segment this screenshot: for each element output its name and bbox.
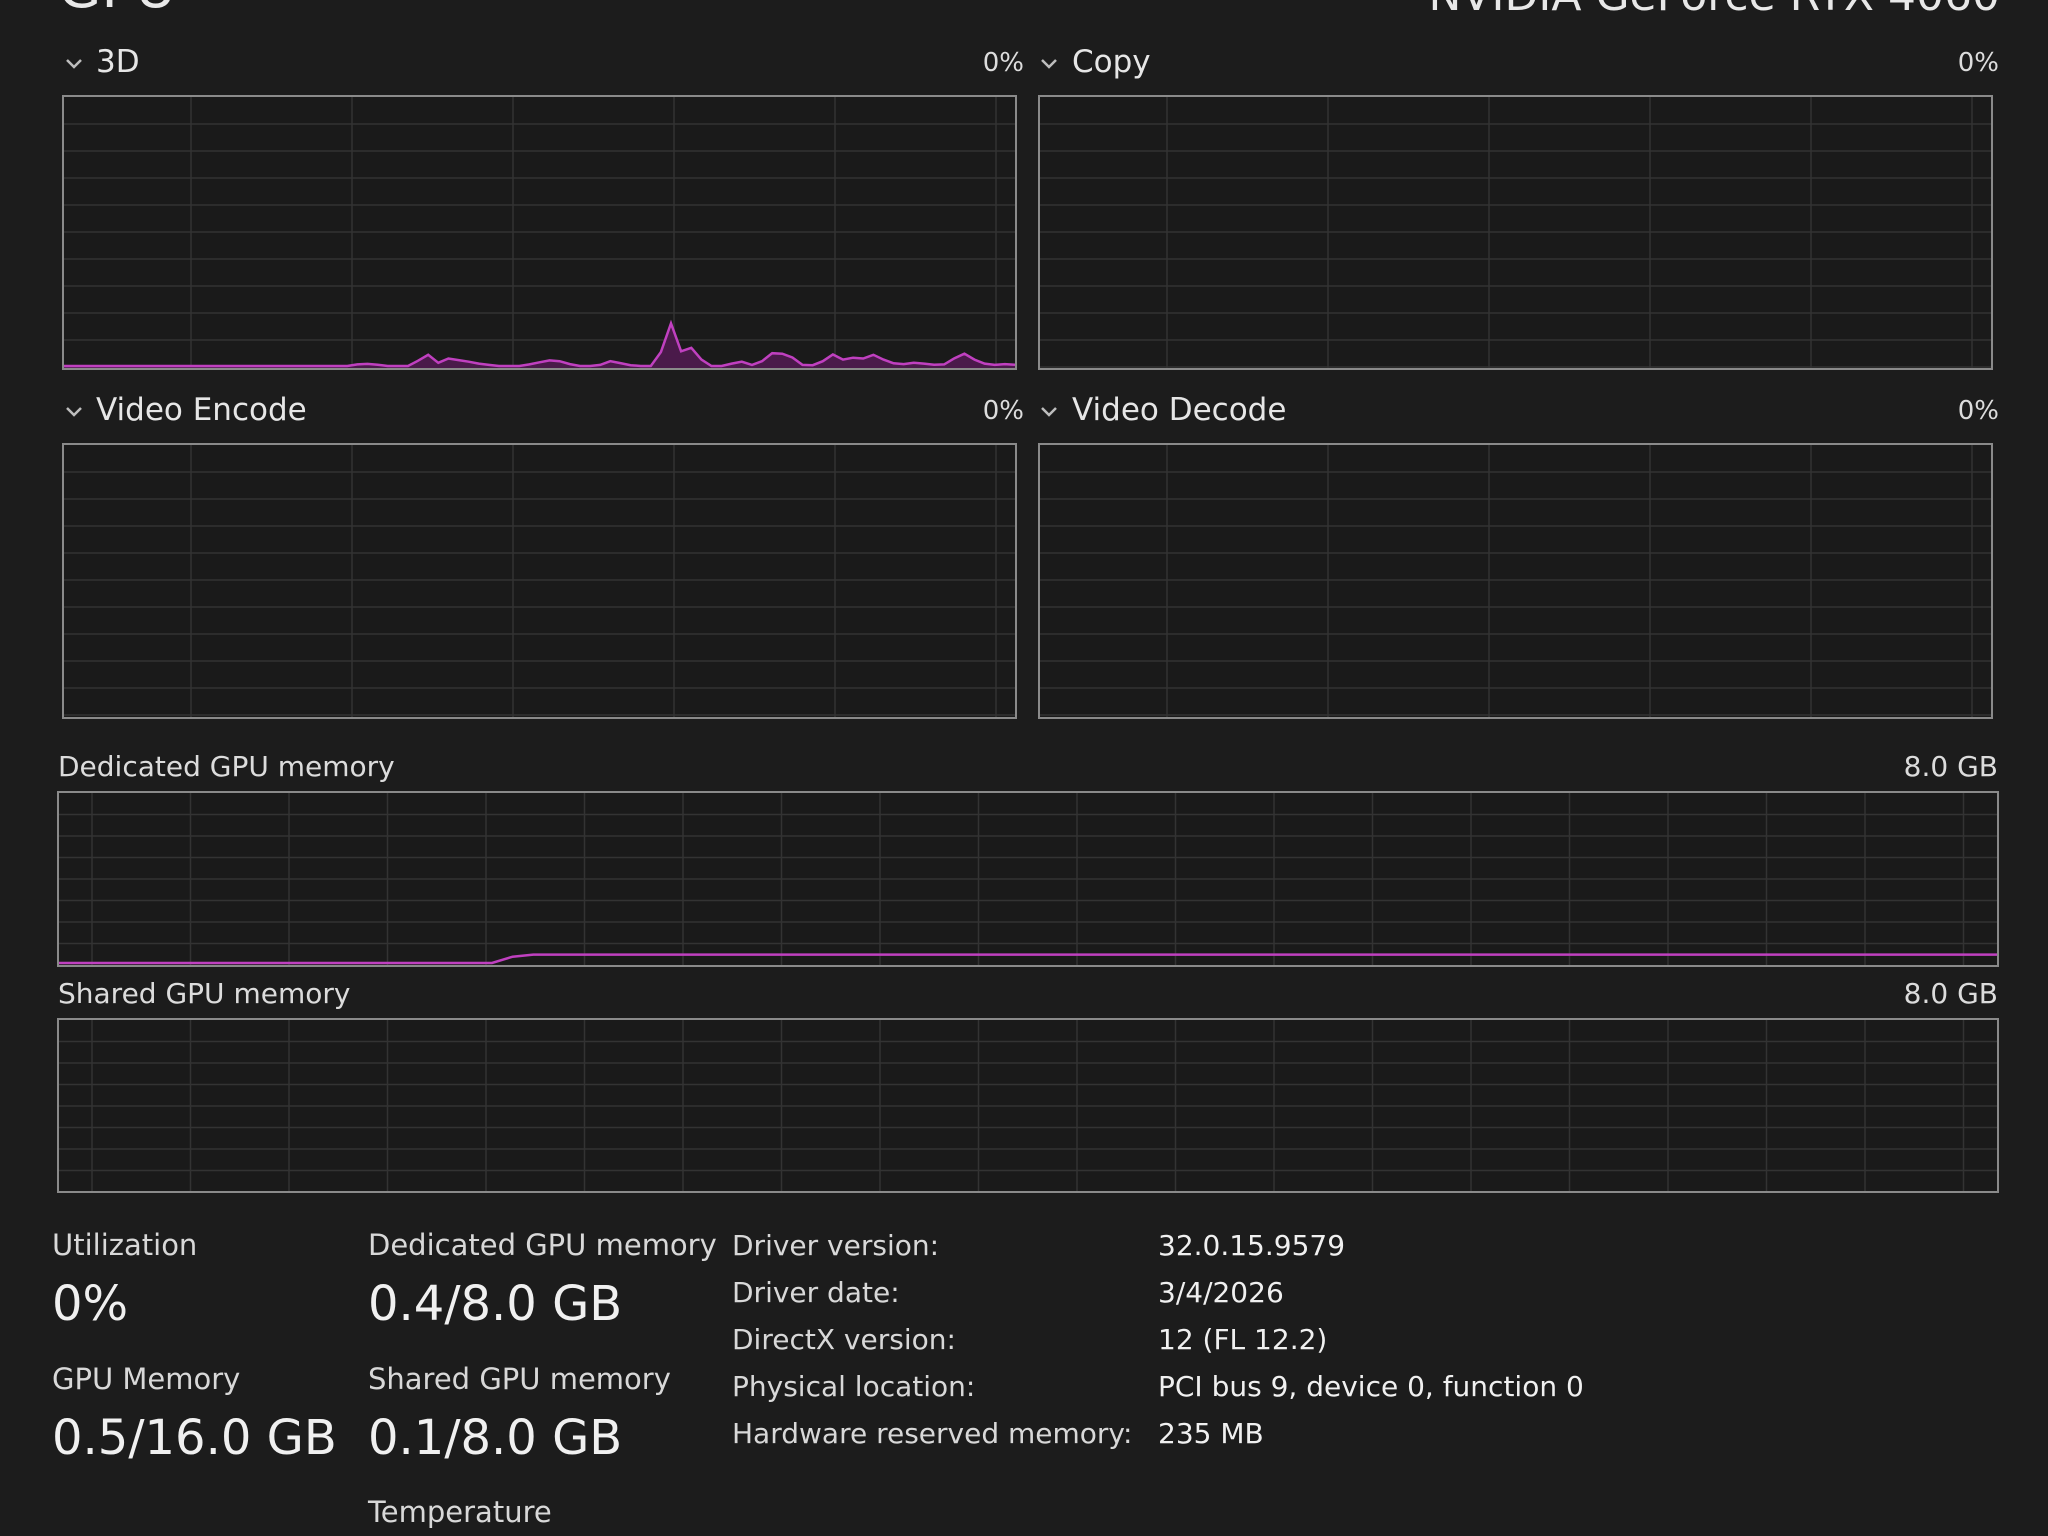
shared-memory-graph-label: Shared GPU memory bbox=[58, 977, 351, 1010]
info-value-driver-version: 32.0.15.9579 bbox=[1158, 1229, 1346, 1262]
graph-video-decode-svg bbox=[1040, 445, 1991, 717]
temperature-label: Temperature bbox=[368, 1495, 552, 1529]
engine-title-3d[interactable]: 3D bbox=[96, 44, 140, 80]
graph-dedicated-memory-svg bbox=[59, 793, 1997, 965]
chevron-down-icon[interactable] bbox=[63, 400, 85, 422]
grid-lines bbox=[1040, 97, 1991, 368]
engine-percent-video-encode: 0% bbox=[982, 396, 1024, 426]
series-line bbox=[59, 953, 1997, 965]
info-value-hardware-reserved-memory: 235 MB bbox=[1158, 1417, 1264, 1450]
shared-memory-label: Shared GPU memory bbox=[368, 1362, 671, 1396]
dedicated-memory-graph-label: Dedicated GPU memory bbox=[58, 750, 395, 783]
info-key-directx-version: DirectX version: bbox=[732, 1323, 956, 1356]
chevron-down-icon[interactable] bbox=[1038, 52, 1060, 74]
grid-lines bbox=[59, 1020, 1997, 1191]
grid-lines bbox=[1040, 445, 1991, 717]
dedicated-memory-label: Dedicated GPU memory bbox=[368, 1228, 717, 1262]
engine-title-video-encode[interactable]: Video Encode bbox=[96, 392, 307, 428]
dedicated-memory-value: 0.4/8.0 GB bbox=[368, 1276, 623, 1332]
chevron-down-icon[interactable] bbox=[1038, 400, 1060, 422]
graph-shared-memory-svg bbox=[59, 1020, 1997, 1191]
graph-3d-svg bbox=[64, 97, 1015, 368]
shared-memory-value: 0.1/8.0 GB bbox=[368, 1410, 623, 1466]
info-key-driver-version: Driver version: bbox=[732, 1229, 940, 1262]
engine-title-copy[interactable]: Copy bbox=[1072, 44, 1151, 80]
grid-lines bbox=[59, 793, 1997, 965]
gpu-memory-value: 0.5/16.0 GB bbox=[52, 1410, 337, 1466]
info-key-driver-date: Driver date: bbox=[732, 1276, 900, 1309]
engine-graph-3d[interactable] bbox=[62, 95, 1017, 370]
graph-copy-svg bbox=[1040, 97, 1991, 368]
gpu-performance-panel: GPU NVIDIA GeForce RTX 4060 3D 0% Copy 0… bbox=[0, 0, 2048, 1536]
grid-lines bbox=[64, 97, 1015, 368]
info-value-driver-date: 3/4/2026 bbox=[1158, 1276, 1284, 1309]
gpu-device-name: NVIDIA GeForce RTX 4060 bbox=[1429, 0, 2000, 21]
utilization-label: Utilization bbox=[52, 1228, 198, 1262]
chevron-down-icon[interactable] bbox=[63, 52, 85, 74]
grid-lines bbox=[64, 445, 1015, 717]
dedicated-memory-graph[interactable] bbox=[57, 791, 1999, 967]
utilization-value: 0% bbox=[52, 1276, 129, 1332]
shared-memory-graph-max: 8.0 GB bbox=[1903, 977, 1998, 1010]
engine-graph-copy[interactable] bbox=[1038, 95, 1993, 370]
engine-percent-3d: 0% bbox=[982, 48, 1024, 78]
graph-video-encode-svg bbox=[64, 445, 1015, 717]
dedicated-memory-graph-max: 8.0 GB bbox=[1903, 750, 1998, 783]
engine-percent-copy: 0% bbox=[1957, 48, 1999, 78]
info-key-physical-location: Physical location: bbox=[732, 1370, 976, 1403]
info-value-physical-location: PCI bus 9, device 0, function 0 bbox=[1158, 1370, 1584, 1403]
engine-title-video-decode[interactable]: Video Decode bbox=[1072, 392, 1286, 428]
engine-percent-video-decode: 0% bbox=[1957, 396, 1999, 426]
shared-memory-graph[interactable] bbox=[57, 1018, 1999, 1193]
info-value-directx-version: 12 (FL 12.2) bbox=[1158, 1323, 1328, 1356]
page-title: GPU bbox=[58, 0, 176, 21]
engine-graph-video-decode[interactable] bbox=[1038, 443, 1993, 719]
engine-graph-video-encode[interactable] bbox=[62, 443, 1017, 719]
info-key-hardware-reserved-memory: Hardware reserved memory: bbox=[732, 1417, 1133, 1450]
gpu-memory-label: GPU Memory bbox=[52, 1362, 241, 1396]
